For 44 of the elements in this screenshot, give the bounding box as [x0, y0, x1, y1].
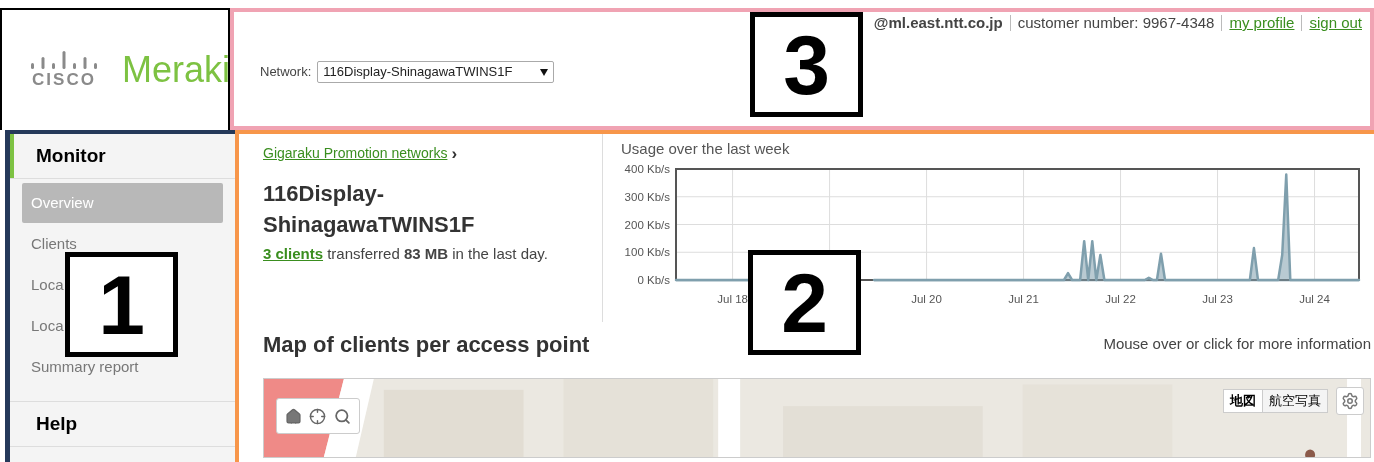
network-label: Network:: [260, 63, 312, 82]
breadcrumb-link[interactable]: Gigaraku Promotion networks: [263, 143, 448, 164]
map-hint: Mouse over or click for more information: [1103, 333, 1371, 354]
y-tick-label: 0 Kb/s: [637, 274, 670, 286]
breadcrumb-separator: ›: [451, 145, 458, 162]
settings-icon: [1341, 392, 1359, 410]
annotation-label: 1: [65, 252, 178, 357]
x-tick-label: Jul 21: [1008, 293, 1039, 305]
account-email: @ml.east.ntt.co.jp: [873, 13, 1003, 33]
cisco-wordmark: CISCO: [32, 70, 96, 90]
x-tick-label: Jul 22: [1105, 293, 1136, 305]
sidebar-item[interactable]: Loca: [31, 317, 64, 335]
cisco-bars-icon: [28, 50, 100, 70]
sidebar-item[interactable]: Clients: [31, 235, 77, 253]
x-tick-label: Jul 23: [1202, 293, 1233, 305]
map-heading: Map of clients per access point: [263, 330, 590, 359]
clients-link[interactable]: 3 clients: [263, 245, 324, 262]
x-tick-label: Jul 20: [911, 293, 942, 305]
annotation-label: 2: [748, 250, 861, 355]
caret-icon: [540, 68, 549, 76]
chart-title: Usage over the last week: [621, 139, 791, 159]
map-settings-button[interactable]: [1336, 387, 1364, 415]
profile-link[interactable]: my profile: [1229, 13, 1295, 33]
y-tick-label: 100 Kb/s: [624, 246, 670, 259]
sidebar-section-header[interactable]: Monitor: [10, 134, 235, 178]
sign-out-link[interactable]: sign out: [1309, 13, 1362, 33]
home-icon[interactable]: [284, 407, 302, 425]
y-tick-label: 200 Kb/s: [624, 218, 670, 231]
x-tick-label: Jul 18: [717, 293, 748, 305]
network-select[interactable]: 116Display-ShinagawaTWINS1F: [317, 61, 555, 83]
map-type-tab[interactable]: 航空写真: [1262, 390, 1327, 412]
x-tick-label: Jul 24: [1299, 293, 1330, 305]
usage-summary: 3 clients transferred 83 MB in the last day.: [263, 244, 549, 264]
customer-number: customer number: 9967-4348: [1017, 13, 1215, 33]
crosshair-icon[interactable]: [309, 407, 327, 425]
sidebar-item[interactable]: Loca: [31, 276, 64, 294]
sidebar-item[interactable]: Summary report: [31, 358, 139, 376]
y-tick-label: 300 Kb/s: [624, 190, 670, 203]
network-title: 116Display-ShinagawaTWINS1F: [263, 180, 476, 239]
annotation-label: 3: [750, 12, 863, 117]
y-tick-label: 400 Kb/s: [624, 163, 670, 175]
product-name: Meraki: [122, 52, 231, 88]
sidebar-section-header[interactable]: Help: [10, 402, 235, 446]
search-icon[interactable]: [334, 407, 352, 425]
